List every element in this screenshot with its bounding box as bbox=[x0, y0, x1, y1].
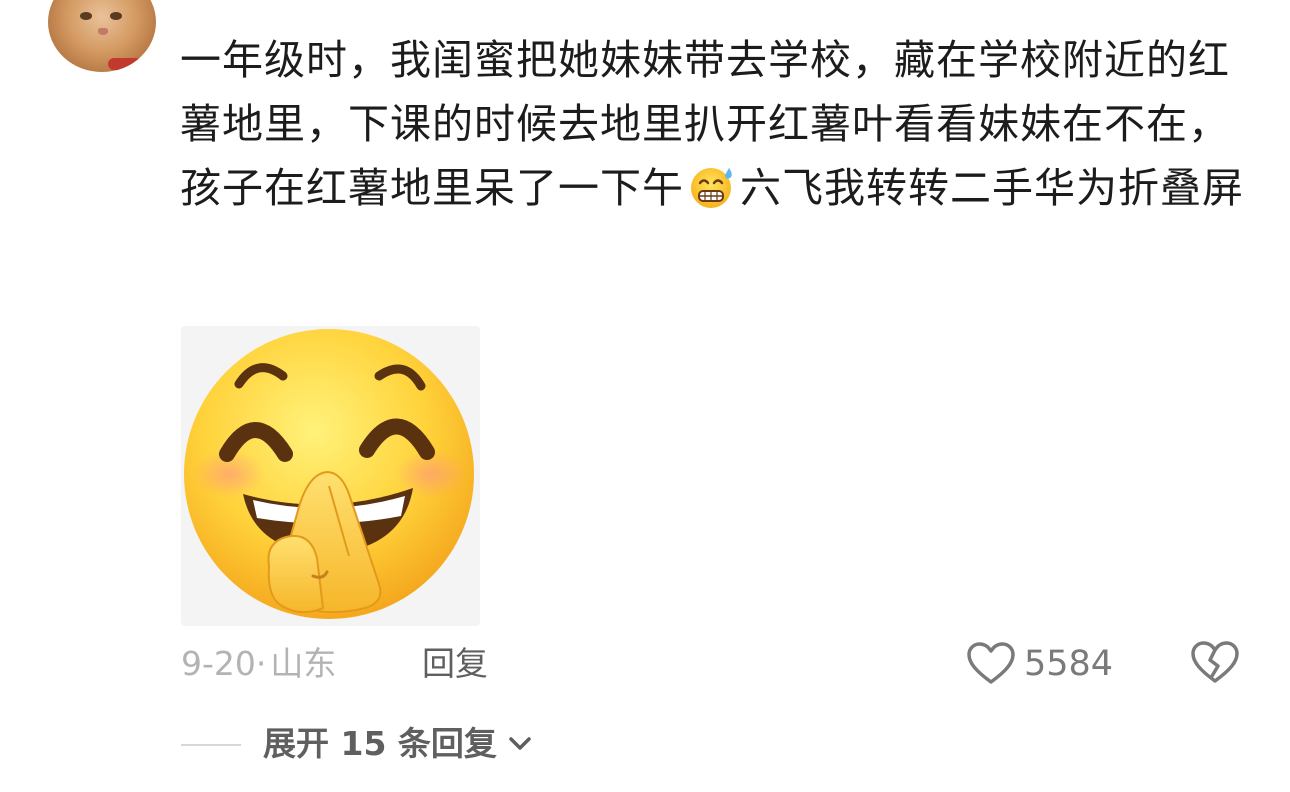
comment-meta: 9-20· 山东 bbox=[181, 642, 336, 686]
divider-line bbox=[181, 744, 241, 746]
emoji-sticker-image[interactable] bbox=[181, 326, 480, 626]
grin-sweat-emoji-icon bbox=[691, 168, 732, 208]
chevron-down-icon bbox=[509, 737, 531, 750]
meta-separator: · bbox=[255, 644, 267, 683]
comment-text: 一年级时，我闺蜜把她妹妹带去学校，藏在学校附近的红薯地里，下课的时候去地里扒开红… bbox=[180, 28, 1250, 220]
broken-heart-icon[interactable] bbox=[1190, 640, 1240, 686]
avatar-eye bbox=[110, 12, 122, 20]
avatar-eye bbox=[80, 12, 92, 20]
reply-button[interactable]: 回复 bbox=[422, 642, 488, 686]
comment-date: 9-20 bbox=[181, 644, 256, 683]
expand-replies-label: 展开 15 条回复 bbox=[263, 724, 497, 763]
expand-replies-button[interactable]: 展开 15 条回复 bbox=[263, 722, 533, 766]
avatar-collar bbox=[108, 58, 142, 70]
avatar-nose bbox=[98, 28, 108, 35]
comment-text-part-2: 六飞我转转二手华为折叠屏 bbox=[740, 164, 1244, 212]
heart-icon bbox=[967, 642, 1015, 684]
avatar[interactable] bbox=[48, 0, 156, 72]
like-count: 5584 bbox=[1024, 644, 1114, 684]
like-button[interactable]: 5584 bbox=[966, 638, 1113, 690]
laughing-emoji-icon bbox=[184, 329, 474, 619]
comment-location: 山东 bbox=[270, 644, 337, 683]
